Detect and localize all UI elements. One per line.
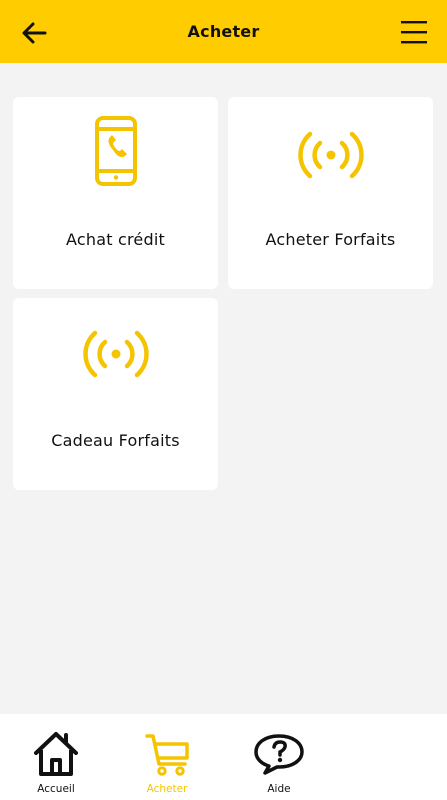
bottom-navigation: Accueil Acheter Aide [0,714,447,800]
signal-broadcast-icon [297,131,364,179]
back-button[interactable] [18,17,50,49]
nav-item-acheter[interactable]: Acheter [127,714,207,800]
home-icon [34,732,78,776]
nav-label: Acheter [146,783,188,795]
nav-label: Accueil [37,783,75,795]
signal-broadcast-icon [82,330,149,378]
menu-button[interactable] [399,17,429,47]
card-label: Acheter Forfaits [265,230,396,249]
card-achat-credit[interactable]: Achat crédit [13,97,218,289]
nav-item-aide[interactable]: Aide [239,714,319,800]
arrow-left-icon [22,22,47,44]
card-cadeau-forfaits[interactable]: Cadeau Forfaits [13,298,218,490]
card-acheter-forfaits[interactable]: Acheter Forfaits [228,97,433,289]
help-bubble-icon [254,734,304,775]
page-title: Acheter [187,22,260,41]
card-label: Achat crédit [66,230,165,249]
app-header: Acheter [0,0,447,63]
hamburger-menu-icon [401,21,427,44]
mobile-phone-icon [94,116,137,186]
nav-label: Aide [267,783,291,795]
card-label: Cadeau Forfaits [51,431,180,450]
cart-icon [145,734,189,776]
nav-item-accueil[interactable]: Accueil [16,714,96,800]
